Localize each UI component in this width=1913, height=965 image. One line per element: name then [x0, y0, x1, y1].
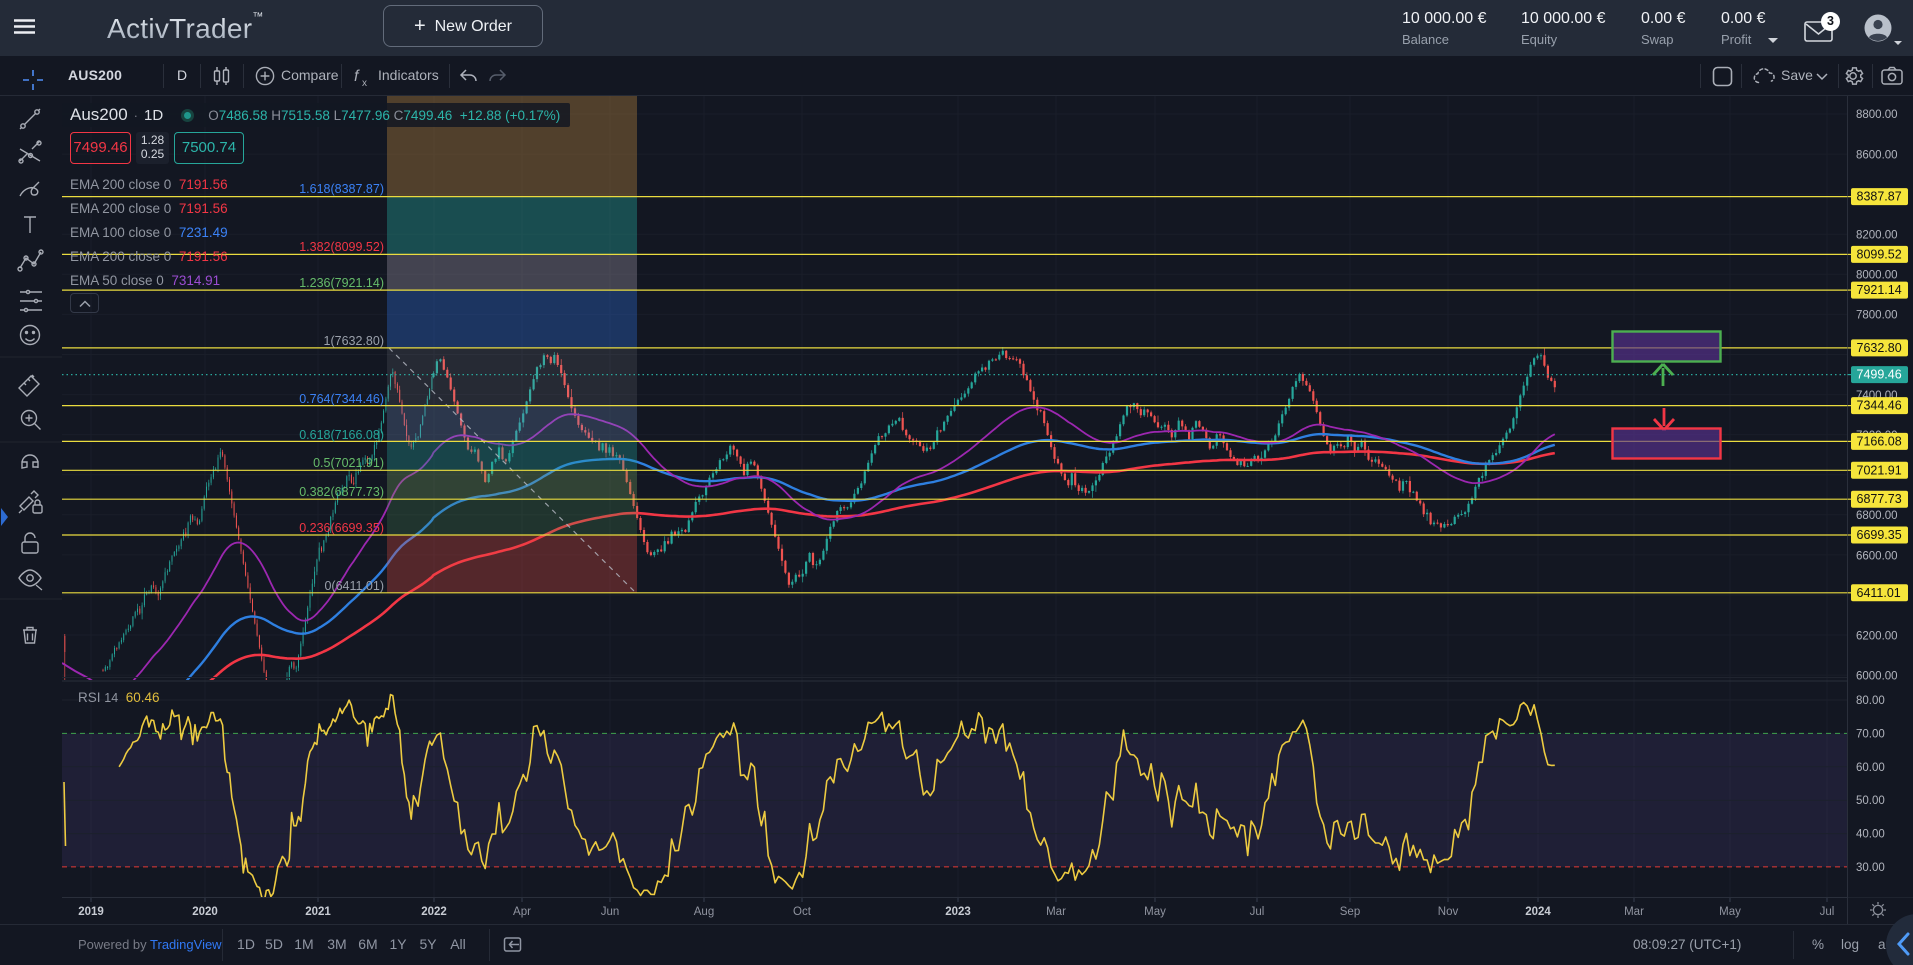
svg-text:8099.52: 8099.52 — [1857, 247, 1902, 261]
svg-text:70.00: 70.00 — [1856, 728, 1885, 740]
svg-text:60.00: 60.00 — [1856, 762, 1885, 774]
svg-text:6800.00: 6800.00 — [1856, 510, 1898, 522]
svg-text:6411.01: 6411.01 — [1857, 586, 1901, 600]
svg-text:7021.91: 7021.91 — [1857, 463, 1902, 477]
svg-text:0.764(7344.46): 0.764(7344.46) — [299, 392, 384, 406]
svg-text:1.382(8099.52): 1.382(8099.52) — [299, 240, 384, 254]
svg-text:Oct: Oct — [793, 906, 812, 918]
svg-text:6000.00: 6000.00 — [1856, 670, 1898, 682]
svg-text:2021: 2021 — [305, 906, 331, 918]
svg-text:6877.73: 6877.73 — [1857, 492, 1902, 506]
svg-text:Jul: Jul — [1820, 906, 1835, 918]
svg-text:7166.08: 7166.08 — [1857, 434, 1902, 448]
svg-text:7921.14: 7921.14 — [1857, 283, 1902, 297]
svg-text:Apr: Apr — [513, 906, 531, 918]
svg-text:6200.00: 6200.00 — [1856, 630, 1898, 642]
svg-text:0(6411.01): 0(6411.01) — [324, 579, 384, 593]
svg-text:80.00: 80.00 — [1856, 695, 1885, 707]
svg-text:Nov: Nov — [1438, 906, 1459, 918]
svg-text:0.382(6877.73): 0.382(6877.73) — [299, 485, 384, 499]
svg-text:Aug: Aug — [694, 906, 714, 918]
svg-text:8800.00: 8800.00 — [1856, 109, 1898, 121]
svg-text:7344.46: 7344.46 — [1857, 399, 1902, 413]
svg-text:50.00: 50.00 — [1856, 795, 1885, 807]
svg-text:Mar: Mar — [1624, 906, 1644, 918]
svg-text:2024: 2024 — [1525, 906, 1551, 918]
svg-text:6600.00: 6600.00 — [1856, 550, 1898, 562]
svg-text:8000.00: 8000.00 — [1856, 270, 1898, 282]
svg-text:6699.35: 6699.35 — [1857, 528, 1902, 542]
svg-text:May: May — [1144, 906, 1166, 918]
svg-text:x: x — [362, 78, 367, 89]
svg-text:2019: 2019 — [78, 906, 104, 918]
svg-text:0.236(6699.35): 0.236(6699.35) — [299, 521, 384, 535]
svg-text:2023: 2023 — [945, 906, 971, 918]
svg-text:7800.00: 7800.00 — [1856, 310, 1898, 322]
svg-text:1.236(7921.14): 1.236(7921.14) — [299, 276, 384, 290]
svg-text:7632.80: 7632.80 — [1857, 341, 1902, 355]
svg-text:f: f — [354, 68, 360, 85]
svg-text:Sep: Sep — [1340, 906, 1360, 918]
svg-text:Jul: Jul — [1250, 906, 1265, 918]
svg-text:Mar: Mar — [1046, 906, 1066, 918]
svg-text:0.618(7166.08): 0.618(7166.08) — [299, 428, 384, 442]
svg-text:40.00: 40.00 — [1856, 829, 1885, 841]
svg-text:Jun: Jun — [601, 906, 620, 918]
svg-text:May: May — [1719, 906, 1741, 918]
svg-text:2020: 2020 — [192, 906, 218, 918]
svg-text:30.00: 30.00 — [1856, 862, 1885, 874]
svg-text:0.5(7021.91): 0.5(7021.91) — [313, 456, 384, 470]
svg-text:2022: 2022 — [421, 906, 447, 918]
svg-text:8387.87: 8387.87 — [1857, 190, 1902, 204]
svg-text:7499.46: 7499.46 — [1857, 368, 1902, 382]
svg-text:1(7632.80): 1(7632.80) — [324, 334, 384, 348]
svg-text:8200.00: 8200.00 — [1856, 230, 1898, 242]
svg-text:8600.00: 8600.00 — [1856, 149, 1898, 161]
svg-text:1.618(8387.87): 1.618(8387.87) — [299, 182, 384, 196]
